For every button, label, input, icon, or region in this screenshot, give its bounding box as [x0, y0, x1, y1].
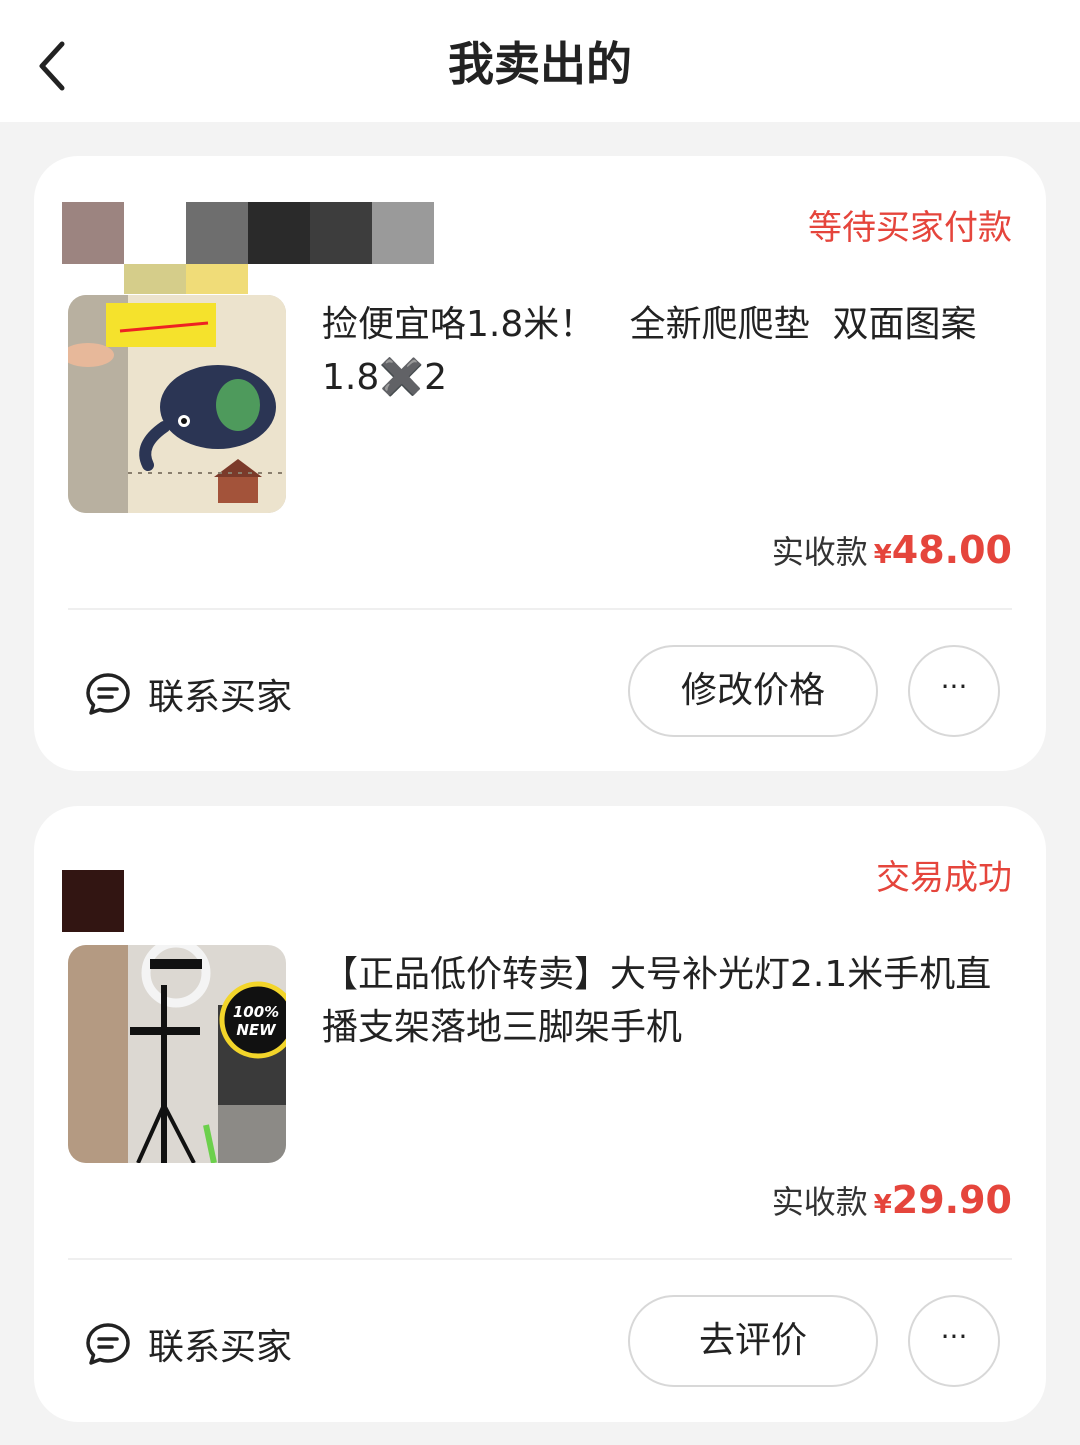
review-button[interactable]: 去评价: [628, 1295, 878, 1387]
divider: [68, 608, 1012, 610]
chat-bubble-icon: [86, 1323, 130, 1365]
amount-label: 实收款: [771, 533, 868, 571]
svg-text:NEW: NEW: [236, 1021, 277, 1039]
amount-label: 实收款: [771, 1183, 868, 1221]
ring-light-image: 100% NEW: [68, 945, 286, 1163]
amount-value: 48.00: [891, 528, 1012, 572]
amount-value: 29.90: [891, 1178, 1012, 1222]
contact-buyer-button[interactable]: 联系买家: [84, 664, 292, 724]
received-amount: 实收款 ¥48.00: [772, 524, 1012, 584]
product-title[interactable]: 捡便宜咯1.8米！ 全新爬爬垫 双面图案1.8✖️2: [322, 298, 1022, 404]
currency-symbol: ¥: [873, 540, 892, 570]
contact-buyer-label: 联系买家: [148, 677, 293, 718]
top-bar: 我卖出的: [0, 0, 1080, 122]
product-title[interactable]: 【正品低价转卖】大号补光灯2.1米手机直播支架落地三脚架手机: [322, 948, 1022, 1054]
play-mat-image: [68, 295, 286, 513]
more-options-button[interactable]: ···: [908, 1295, 1000, 1387]
product-thumbnail[interactable]: 100% NEW: [68, 945, 286, 1163]
modify-price-button[interactable]: 修改价格: [628, 645, 878, 737]
order-card[interactable]: 交易成功 100% NEW 【正品低价转卖】大号补光灯2.1米手机直播支架落地三…: [34, 806, 1046, 1422]
product-thumbnail[interactable]: [68, 295, 286, 513]
divider: [68, 1258, 1012, 1260]
contact-buyer-label: 联系买家: [148, 1327, 293, 1368]
chat-bubble-icon: [86, 673, 130, 715]
contact-buyer-button[interactable]: 联系买家: [84, 1314, 292, 1374]
svg-text:100%: 100%: [233, 1003, 279, 1021]
order-status: 交易成功: [876, 858, 1012, 898]
more-options-button[interactable]: ···: [908, 645, 1000, 737]
order-card[interactable]: 等待买家付款 捡便宜咯1.8米！ 全新爬爬垫 双面图案1.8✖️2 实收款 ¥48…: [34, 156, 1046, 771]
page-title: 我卖出的: [448, 37, 632, 91]
order-status: 等待买家付款: [808, 208, 1012, 248]
currency-symbol: ¥: [873, 1190, 892, 1220]
received-amount: 实收款 ¥29.90: [772, 1174, 1012, 1234]
